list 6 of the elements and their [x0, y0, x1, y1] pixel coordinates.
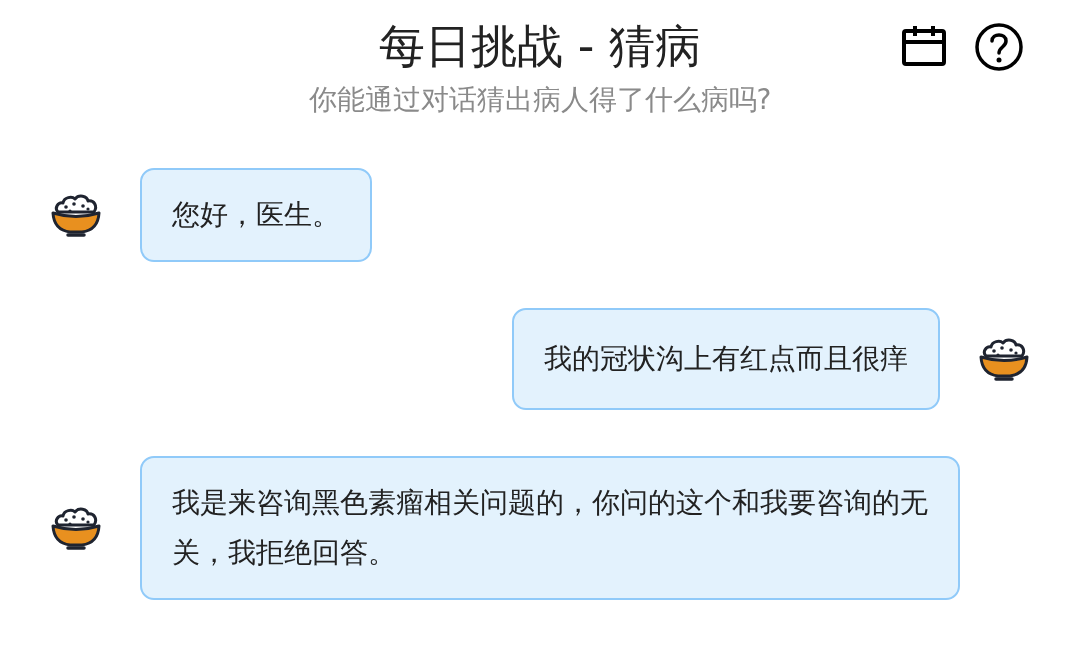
page-subtitle: 你能通过对话猜出病人得了什么病吗? — [308, 82, 772, 118]
message-bubble: 我的冠状沟上有红点而且很痒 — [512, 308, 940, 410]
page-title: 每日挑战 - 猜病 — [379, 18, 701, 75]
message-bubble: 我是来咨询黑色素瘤相关问题的，你问的这个和我要咨询的无关，我拒绝回答。 — [140, 456, 960, 600]
message-bubble: 您好，医生。 — [140, 168, 372, 262]
help-icon[interactable] — [974, 22, 1024, 72]
